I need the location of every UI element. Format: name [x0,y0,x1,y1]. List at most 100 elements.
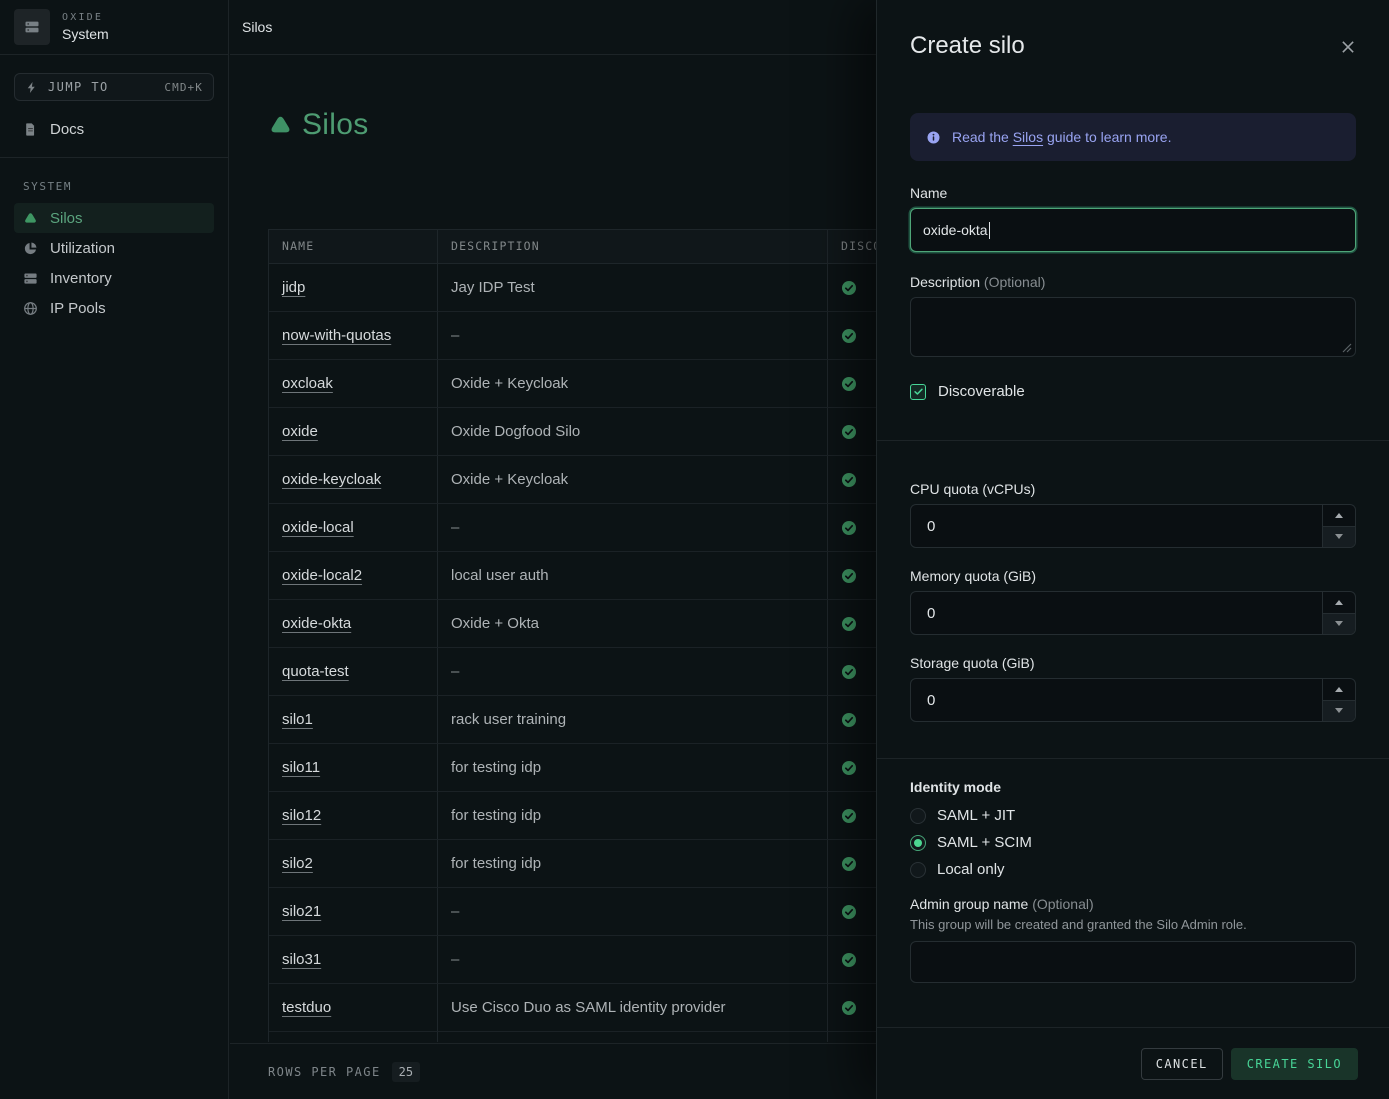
silo-description: Oxide + Keycloak [451,375,568,392]
logo-title: System [62,26,109,42]
radio-label: Local only [937,861,1005,878]
sidebar-item-utilization[interactable]: Utilization [14,233,214,263]
close-icon[interactable] [1340,39,1356,58]
silos-guide-link[interactable]: Silos [1013,129,1043,145]
increment-button[interactable] [1323,505,1355,526]
increment-button[interactable] [1323,592,1355,613]
discoverable-checkbox[interactable]: Discoverable [910,383,1356,400]
decrement-button[interactable] [1323,526,1355,548]
rows-per-page-label: ROWS PER PAGE [268,1065,381,1079]
sidebar-item-label: Silos [50,210,83,227]
create-silo-button[interactable]: CREATE SILO [1231,1048,1358,1080]
memory-quota-input[interactable]: 0 [910,591,1356,635]
globe-icon [23,301,38,316]
silo-name-link[interactable]: silo12 [282,807,321,824]
banner-text: Read the Silos guide to learn more. [952,129,1171,145]
discoverable-check-icon [841,520,857,536]
radio-label: SAML + JIT [937,807,1015,824]
radio-circle [910,808,926,824]
silo-name-link[interactable]: quota-test [282,663,349,680]
silo-description: for testing idp [451,807,541,824]
silo-name-link[interactable]: now-with-quotas [282,327,391,344]
silo-description: Use Cisco Duo as SAML identity provider [451,999,726,1016]
discoverable-check-icon [841,376,857,392]
cpu-quota-input[interactable]: 0 [910,504,1356,548]
cloud-icon [23,211,38,226]
silo-name-link[interactable]: silo21 [282,903,321,920]
discoverable-check-icon [841,568,857,584]
checkmark-icon [913,386,924,397]
name-label: Name [910,185,1356,201]
sidebar: OXIDE System JUMP TO CMD+K Docs SYSTEM S… [0,0,229,1099]
caret-down-icon [1335,534,1343,539]
silo-description: for testing idp [451,855,541,872]
silo-description: Oxide Dogfood Silo [451,423,580,440]
sidebar-item-silos[interactable]: Silos [14,203,214,233]
silo-name-link[interactable]: oxcloak [282,375,333,392]
storage-quota-input[interactable]: 0 [910,678,1356,722]
quota-label: Storage quota (GiB) [910,655,1356,671]
silo-name-link[interactable]: silo11 [282,759,320,776]
decrement-button[interactable] [1323,700,1355,722]
cpu-quota-field: CPU quota (vCPUs)0 [910,481,1356,548]
document-icon [23,122,38,137]
radio-saml-scim[interactable]: SAML + SCIM [910,829,1356,856]
increment-button[interactable] [1323,679,1355,700]
admin-group-input[interactable] [910,941,1356,983]
decrement-button[interactable] [1323,613,1355,635]
discoverable-label: Discoverable [938,383,1025,400]
rows-per-page-value[interactable]: 25 [392,1062,420,1082]
silo-name-link[interactable]: jidp [282,279,305,296]
create-silo-panel: Create silo Read the Silos guide to lear… [876,0,1389,1099]
discoverable-check-icon [841,664,857,680]
silo-name-link[interactable]: oxide [282,423,318,440]
discoverable-check-icon [841,424,857,440]
storage-quota-field: Storage quota (GiB) 0 [910,655,1356,722]
radio-saml-jit[interactable]: SAML + JIT [910,802,1356,829]
jump-to-label: JUMP TO [48,80,109,94]
sidebar-item-ip-pools[interactable]: IP Pools [14,293,214,323]
resize-handle-icon[interactable] [1342,343,1352,353]
sidebar-item-docs[interactable]: Docs [14,115,214,143]
silo-description: – [451,663,459,680]
docs-label: Docs [50,121,84,138]
discoverable-check-icon [841,1000,857,1016]
discoverable-check-icon [841,760,857,776]
silo-name-link[interactable]: oxide-okta [282,615,351,632]
logo-kicker: OXIDE [62,12,109,23]
radio-local-only[interactable]: Local only [910,856,1356,883]
silo-description: for testing idp [451,759,541,776]
admin-group-label: Admin group name (Optional) [910,896,1356,912]
silo-name-link[interactable]: oxide-keycloak [282,471,381,488]
name-input[interactable]: oxide-okta [910,208,1356,252]
info-icon [926,130,941,145]
discoverable-check-icon [841,712,857,728]
silo-description: – [451,327,459,344]
info-banner: Read the Silos guide to learn more. [910,113,1356,161]
silo-name-link[interactable]: oxide-local2 [282,567,362,584]
lightning-icon [25,81,38,94]
silo-name-link[interactable]: silo31 [282,951,321,968]
sidebar-item-inventory[interactable]: Inventory [14,263,214,293]
panel-title: Create silo [910,30,1025,62]
sidebar-item-label: Utilization [50,240,115,257]
jump-to-shortcut: CMD+K [164,81,203,94]
column-header-name: NAME [269,230,438,263]
silo-name-link[interactable]: silo1 [282,711,313,728]
org-picker[interactable]: OXIDE System [0,0,228,55]
description-textarea[interactable] [910,297,1356,357]
silo-name-link[interactable]: testduo [282,999,331,1016]
sidebar-item-label: Inventory [50,270,112,287]
jump-to-button[interactable]: JUMP TO CMD+K [14,73,214,101]
cloud-icon [268,113,293,138]
silo-name-link[interactable]: silo2 [282,855,313,872]
silo-name-link[interactable]: oxide-local [282,519,354,536]
description-label: Description (Optional) [910,274,1356,290]
caret-up-icon [1335,600,1343,605]
rack-icon [24,19,40,35]
discoverable-check-icon [841,952,857,968]
cancel-button[interactable]: CANCEL [1141,1048,1223,1080]
discoverable-check-icon [841,328,857,344]
silo-description: Jay IDP Test [451,279,535,296]
checkbox-box [910,384,926,400]
